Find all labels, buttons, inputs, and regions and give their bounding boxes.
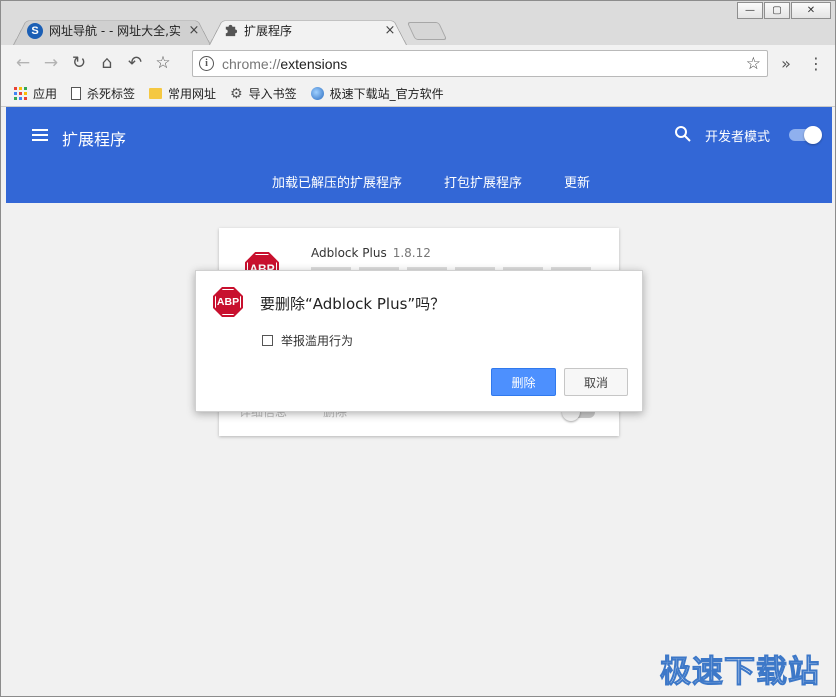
- extension-name: Adblock Plus 1.8.12: [311, 246, 431, 260]
- folder-icon: [149, 88, 163, 99]
- url-text: chrome://extensions: [222, 55, 348, 72]
- report-abuse-checkbox[interactable]: [262, 335, 273, 346]
- bookmark-download-site[interactable]: 极速下载站_官方软件: [310, 85, 444, 102]
- close-window-button[interactable]: ✕: [791, 2, 831, 19]
- menu-button[interactable]: ⋮: [802, 49, 830, 77]
- forward-button[interactable]: →: [37, 49, 65, 77]
- bookmark-label: 杀死标签: [87, 87, 136, 101]
- info-icon[interactable]: i: [199, 56, 214, 71]
- home-button[interactable]: ⌂: [93, 49, 121, 77]
- pack-extension-button[interactable]: 打包扩展程序: [444, 172, 522, 191]
- search-icon[interactable]: [674, 125, 692, 143]
- extension-overflow-button[interactable]: »: [772, 49, 800, 77]
- bookmark-star-icon[interactable]: ☆: [746, 54, 761, 74]
- extension-version: 1.8.12: [392, 246, 431, 260]
- header-actions: 加载已解压的扩展程序 打包扩展程序 更新: [6, 172, 832, 191]
- extensions-page: 扩展程序 开发者模式 加载已解压的扩展程序 打包扩展程序 更新 ABP Adbl…: [1, 107, 835, 696]
- dev-mode-toggle[interactable]: [789, 126, 822, 144]
- apps-icon: [14, 87, 27, 100]
- extensions-header: 扩展程序 开发者模式 加载已解压的扩展程序 打包扩展程序 更新: [6, 107, 832, 203]
- dialog-question: 要删除“Adblock Plus”吗？: [260, 295, 446, 313]
- doc-icon: [71, 87, 82, 100]
- tab-close-button[interactable]: ×: [383, 23, 397, 38]
- undo-close-tab-button[interactable]: ↶: [121, 49, 149, 77]
- bookmark-common-sites[interactable]: 常用网址: [149, 85, 216, 102]
- adblock-plus-logo-icon: ABP: [213, 287, 243, 317]
- tab-navigation[interactable]: S 网址导航 - - 网址大全,实 ×: [13, 16, 211, 45]
- window-controls: — ▢ ✕: [737, 2, 831, 19]
- tab-extensions[interactable]: 扩展程序 ×: [209, 16, 407, 45]
- confirm-remove-button[interactable]: 删除: [491, 368, 556, 396]
- bookmark-label: 常用网址: [168, 87, 217, 101]
- report-abuse-option[interactable]: 举报滥用行为: [262, 332, 353, 349]
- bookmark-import[interactable]: ⚙ 导入书签: [230, 85, 297, 102]
- bookmark-label: 极速下载站_官方软件: [329, 87, 444, 101]
- cancel-button[interactable]: 取消: [564, 368, 628, 396]
- bookmark-apps[interactable]: 应用: [14, 85, 57, 102]
- dev-mode-label: 开发者模式: [705, 130, 771, 145]
- bookmark-label: 导入书签: [248, 87, 297, 101]
- globe-icon: [310, 87, 324, 100]
- gear-icon: ⚙: [230, 85, 243, 102]
- site-watermark: 极速下载站: [660, 654, 820, 691]
- new-tab-button[interactable]: [406, 22, 448, 40]
- tab-close-button[interactable]: ×: [187, 23, 201, 38]
- browser-window: S 网址导航 - - 网址大全,实 × 扩展程序 × — ▢ ✕ ← → ↻ ⌂…: [0, 0, 836, 697]
- bookmark-manager-star-button[interactable]: ☆: [149, 49, 177, 77]
- site-favicon-icon: S: [27, 22, 43, 39]
- reload-button[interactable]: ↻: [65, 49, 93, 77]
- browser-toolbar: ← → ↻ ⌂ ↶ ☆ i chrome://extensions ☆ » ⋮: [1, 45, 835, 81]
- hamburger-menu-icon[interactable]: [32, 129, 48, 141]
- address-bar[interactable]: i chrome://extensions ☆: [192, 50, 768, 77]
- tab-title: 网址导航 - - 网址大全,实: [49, 24, 181, 38]
- back-button[interactable]: ←: [9, 49, 37, 77]
- restore-button[interactable]: ▢: [764, 2, 790, 19]
- update-button[interactable]: 更新: [564, 172, 590, 191]
- load-unpacked-button[interactable]: 加载已解压的扩展程序: [272, 172, 402, 191]
- puzzle-icon: [223, 22, 238, 40]
- tab-title: 扩展程序: [244, 24, 293, 38]
- minimize-button[interactable]: —: [737, 2, 763, 19]
- bookmarks-bar: 应用 杀死标签 常用网址 ⚙ 导入书签 极速下载站_官方软件: [1, 81, 835, 107]
- remove-extension-dialog: ABP 要删除“Adblock Plus”吗？ 举报滥用行为 删除 取消: [195, 270, 643, 412]
- page-title: 扩展程序: [62, 130, 127, 149]
- report-abuse-label: 举报滥用行为: [281, 334, 354, 348]
- tab-strip: S 网址导航 - - 网址大全,实 × 扩展程序 × — ▢ ✕: [1, 1, 835, 45]
- bookmark-label: 应用: [33, 87, 58, 101]
- bookmark-kill-tabs[interactable]: 杀死标签: [71, 85, 135, 102]
